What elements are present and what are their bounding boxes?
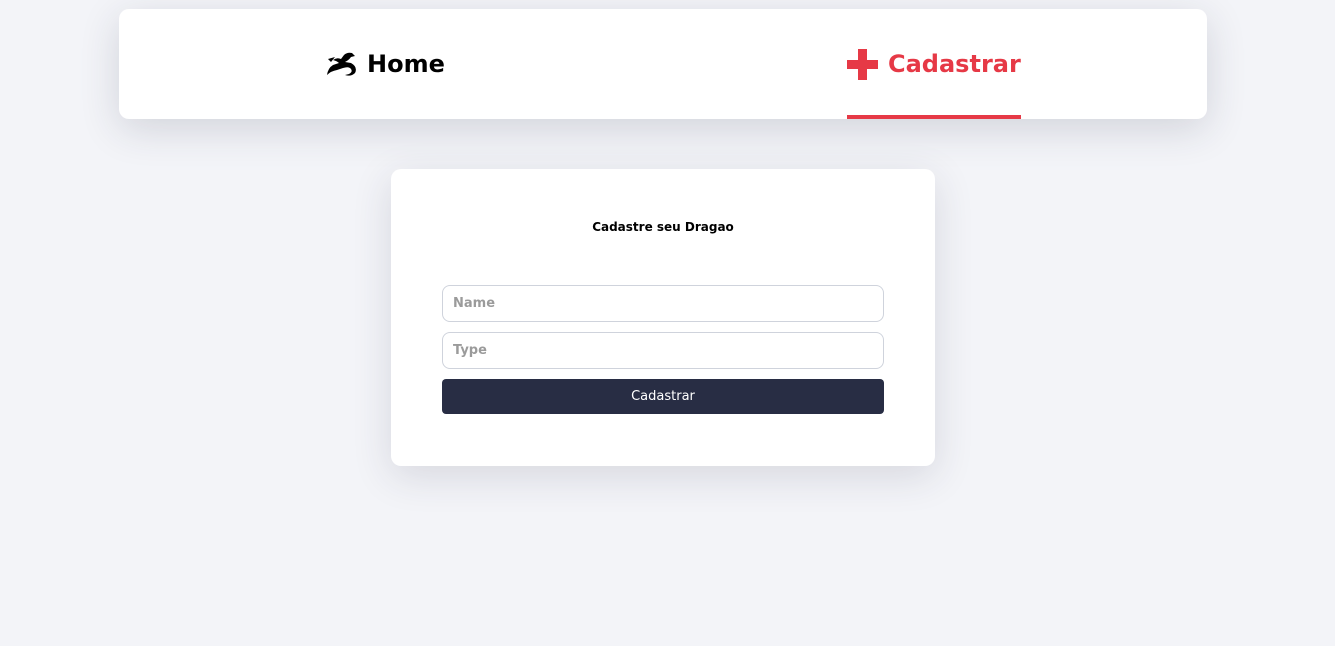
form-title: Cadastre seu Dragao: [592, 220, 734, 234]
type-input[interactable]: [442, 332, 884, 369]
top-navigation: Home Cadastrar: [119, 9, 1207, 119]
dragon-icon: [325, 51, 357, 77]
plus-icon: [847, 48, 878, 80]
name-input[interactable]: [442, 285, 884, 322]
nav-home-link[interactable]: Home: [325, 9, 445, 119]
nav-home-label: Home: [367, 50, 445, 78]
register-dragon-card: Cadastre seu Dragao Cadastrar: [391, 169, 935, 466]
register-submit-button[interactable]: Cadastrar: [442, 379, 884, 414]
nav-register-link[interactable]: Cadastrar: [847, 9, 1021, 119]
nav-register-label: Cadastrar: [888, 50, 1021, 78]
